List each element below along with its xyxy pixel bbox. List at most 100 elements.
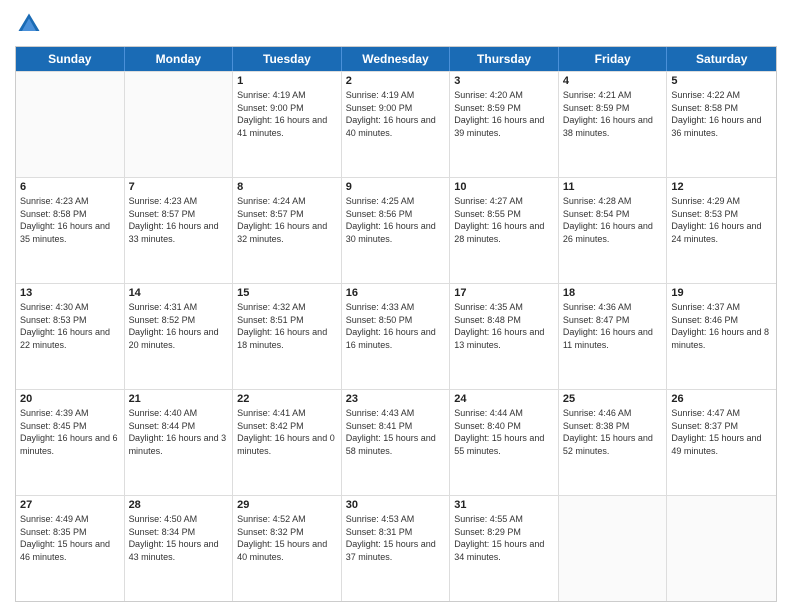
calendar-cell: 24Sunrise: 4:44 AM Sunset: 8:40 PM Dayli… — [450, 390, 559, 495]
calendar-cell: 15 Sunrise: 4:32 AM Sunset: 8:51 PM Dayli… — [233, 284, 342, 389]
day-number: 21 — [129, 393, 229, 405]
cell-info: Sunrise: 4:31 AM Sunset: 8:52 PM Dayligh… — [129, 301, 229, 351]
calendar-cell: 8 Sunrise: 4:24 AM Sunset: 8:57 PM Daylig… — [233, 178, 342, 283]
calendar: SundayMondayTuesdayWednesdayThursdayFrid… — [15, 46, 777, 602]
calendar-cell: 29 Sunrise: 4:52 AM Sunset: 8:32 PM Dayli… — [233, 496, 342, 601]
day-number: 15 — [237, 287, 337, 299]
cell-info: Sunrise: 4:35 AM Sunset: 8:48 PM Dayligh… — [454, 301, 554, 351]
day-header-monday: Monday — [125, 47, 234, 71]
day-number: 2 — [346, 75, 446, 87]
calendar-cell: 4Sunrise: 4:21 AM Sunset: 8:59 PM Daylig… — [559, 72, 668, 177]
day-number: 10 — [454, 181, 554, 193]
calendar-row-5: 27 Sunrise: 4:49 AM Sunset: 8:35 PM Dayli… — [16, 495, 776, 601]
calendar-cell: 5Sunrise: 4:22 AM Sunset: 8:58 PM Daylig… — [667, 72, 776, 177]
cell-info: Sunrise: 4:32 AM Sunset: 8:51 PM Dayligh… — [237, 301, 337, 351]
day-number: 29 — [237, 499, 337, 511]
calendar-body: 1 Sunrise: 4:19 AM Sunset: 9:00 PM Daylig… — [16, 71, 776, 601]
day-number: 18 — [563, 287, 663, 299]
day-header-saturday: Saturday — [667, 47, 776, 71]
cell-info: Sunrise: 4:25 AM Sunset: 8:56 PM Dayligh… — [346, 195, 446, 245]
calendar-cell: 31Sunrise: 4:55 AM Sunset: 8:29 PM Dayli… — [450, 496, 559, 601]
day-number: 6 — [20, 181, 120, 193]
calendar-cell: 22 Sunrise: 4:41 AM Sunset: 8:42 PM Dayli… — [233, 390, 342, 495]
cell-info: Sunrise: 4:19 AM Sunset: 9:00 PM Dayligh… — [346, 89, 446, 139]
day-number: 9 — [346, 181, 446, 193]
day-number: 13 — [20, 287, 120, 299]
day-number: 7 — [129, 181, 229, 193]
calendar-cell: 23 Sunrise: 4:43 AM Sunset: 8:41 PM Dayli… — [342, 390, 451, 495]
day-header-friday: Friday — [559, 47, 668, 71]
day-header-sunday: Sunday — [16, 47, 125, 71]
calendar-row-4: 20 Sunrise: 4:39 AM Sunset: 8:45 PM Dayli… — [16, 389, 776, 495]
cell-info: Sunrise: 4:50 AM Sunset: 8:34 PM Dayligh… — [129, 513, 229, 563]
calendar-cell — [16, 72, 125, 177]
day-header-wednesday: Wednesday — [342, 47, 451, 71]
day-number: 25 — [563, 393, 663, 405]
day-number: 30 — [346, 499, 446, 511]
cell-info: Sunrise: 4:41 AM Sunset: 8:42 PM Dayligh… — [237, 407, 337, 457]
day-number: 20 — [20, 393, 120, 405]
cell-info: Sunrise: 4:23 AM Sunset: 8:58 PM Dayligh… — [20, 195, 120, 245]
cell-info: Sunrise: 4:36 AM Sunset: 8:47 PM Dayligh… — [563, 301, 663, 351]
day-number: 1 — [237, 75, 337, 87]
cell-info: Sunrise: 4:53 AM Sunset: 8:31 PM Dayligh… — [346, 513, 446, 563]
calendar-cell: 20 Sunrise: 4:39 AM Sunset: 8:45 PM Dayli… — [16, 390, 125, 495]
logo-icon — [15, 10, 43, 38]
day-number: 27 — [20, 499, 120, 511]
calendar-cell: 12Sunrise: 4:29 AM Sunset: 8:53 PM Dayli… — [667, 178, 776, 283]
calendar-cell: 21 Sunrise: 4:40 AM Sunset: 8:44 PM Dayli… — [125, 390, 234, 495]
cell-info: Sunrise: 4:46 AM Sunset: 8:38 PM Dayligh… — [563, 407, 663, 457]
calendar-cell: 28 Sunrise: 4:50 AM Sunset: 8:34 PM Dayli… — [125, 496, 234, 601]
calendar-row-3: 13 Sunrise: 4:30 AM Sunset: 8:53 PM Dayli… — [16, 283, 776, 389]
day-number: 22 — [237, 393, 337, 405]
calendar-cell: 6 Sunrise: 4:23 AM Sunset: 8:58 PM Daylig… — [16, 178, 125, 283]
cell-info: Sunrise: 4:28 AM Sunset: 8:54 PM Dayligh… — [563, 195, 663, 245]
cell-info: Sunrise: 4:20 AM Sunset: 8:59 PM Dayligh… — [454, 89, 554, 139]
day-number: 26 — [671, 393, 772, 405]
calendar-header: SundayMondayTuesdayWednesdayThursdayFrid… — [16, 47, 776, 71]
calendar-cell — [559, 496, 668, 601]
calendar-cell: 13 Sunrise: 4:30 AM Sunset: 8:53 PM Dayli… — [16, 284, 125, 389]
logo — [15, 10, 47, 38]
cell-info: Sunrise: 4:33 AM Sunset: 8:50 PM Dayligh… — [346, 301, 446, 351]
calendar-cell: 2 Sunrise: 4:19 AM Sunset: 9:00 PM Daylig… — [342, 72, 451, 177]
cell-info: Sunrise: 4:27 AM Sunset: 8:55 PM Dayligh… — [454, 195, 554, 245]
calendar-cell: 11 Sunrise: 4:28 AM Sunset: 8:54 PM Dayli… — [559, 178, 668, 283]
day-number: 5 — [671, 75, 772, 87]
calendar-cell: 27 Sunrise: 4:49 AM Sunset: 8:35 PM Dayli… — [16, 496, 125, 601]
day-number: 16 — [346, 287, 446, 299]
calendar-cell: 10 Sunrise: 4:27 AM Sunset: 8:55 PM Dayli… — [450, 178, 559, 283]
calendar-cell: 19Sunrise: 4:37 AM Sunset: 8:46 PM Dayli… — [667, 284, 776, 389]
day-number: 28 — [129, 499, 229, 511]
calendar-cell — [125, 72, 234, 177]
cell-info: Sunrise: 4:52 AM Sunset: 8:32 PM Dayligh… — [237, 513, 337, 563]
calendar-cell: 9 Sunrise: 4:25 AM Sunset: 8:56 PM Daylig… — [342, 178, 451, 283]
cell-info: Sunrise: 4:55 AM Sunset: 8:29 PM Dayligh… — [454, 513, 554, 563]
calendar-row-2: 6 Sunrise: 4:23 AM Sunset: 8:58 PM Daylig… — [16, 177, 776, 283]
calendar-row-1: 1 Sunrise: 4:19 AM Sunset: 9:00 PM Daylig… — [16, 71, 776, 177]
cell-info: Sunrise: 4:30 AM Sunset: 8:53 PM Dayligh… — [20, 301, 120, 351]
page: SundayMondayTuesdayWednesdayThursdayFrid… — [0, 0, 792, 612]
calendar-cell: 3Sunrise: 4:20 AM Sunset: 8:59 PM Daylig… — [450, 72, 559, 177]
day-number: 23 — [346, 393, 446, 405]
header — [15, 10, 777, 38]
cell-info: Sunrise: 4:39 AM Sunset: 8:45 PM Dayligh… — [20, 407, 120, 457]
day-number: 14 — [129, 287, 229, 299]
calendar-cell: 26Sunrise: 4:47 AM Sunset: 8:37 PM Dayli… — [667, 390, 776, 495]
calendar-cell: 14 Sunrise: 4:31 AM Sunset: 8:52 PM Dayli… — [125, 284, 234, 389]
calendar-cell — [667, 496, 776, 601]
day-number: 19 — [671, 287, 772, 299]
calendar-cell: 1Sunrise: 4:19 AM Sunset: 9:00 PM Daylig… — [233, 72, 342, 177]
cell-info: Sunrise: 4:49 AM Sunset: 8:35 PM Dayligh… — [20, 513, 120, 563]
day-number: 8 — [237, 181, 337, 193]
day-number: 17 — [454, 287, 554, 299]
cell-info: Sunrise: 4:23 AM Sunset: 8:57 PM Dayligh… — [129, 195, 229, 245]
day-number: 11 — [563, 181, 663, 193]
cell-info: Sunrise: 4:24 AM Sunset: 8:57 PM Dayligh… — [237, 195, 337, 245]
calendar-cell: 25 Sunrise: 4:46 AM Sunset: 8:38 PM Dayli… — [559, 390, 668, 495]
cell-info: Sunrise: 4:40 AM Sunset: 8:44 PM Dayligh… — [129, 407, 229, 457]
cell-info: Sunrise: 4:43 AM Sunset: 8:41 PM Dayligh… — [346, 407, 446, 457]
calendar-cell: 30 Sunrise: 4:53 AM Sunset: 8:31 PM Dayli… — [342, 496, 451, 601]
calendar-cell: 16 Sunrise: 4:33 AM Sunset: 8:50 PM Dayli… — [342, 284, 451, 389]
calendar-cell: 17 Sunrise: 4:35 AM Sunset: 8:48 PM Dayli… — [450, 284, 559, 389]
